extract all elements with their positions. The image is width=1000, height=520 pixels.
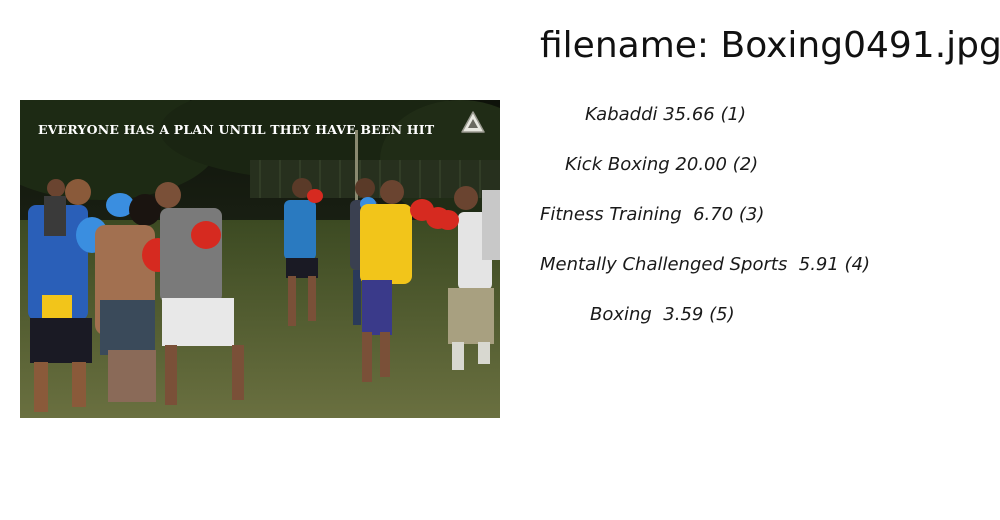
photo-scene [20, 100, 500, 418]
prediction-list: Kabaddi 35.66 (1) Kick Boxing 20.00 (2) … [540, 100, 900, 350]
filename-title: filename: Boxing0491.jpg [540, 25, 1000, 66]
boxing-photo: EVERYONE HAS A PLAN UNTIL THEY HAVE BEEN… [20, 100, 500, 418]
prediction-label: Mentally Challenged Sports 5.91 (4) [540, 254, 871, 275]
prediction-item: Kick Boxing 20.00 (2) [540, 150, 900, 200]
logo-icon [461, 111, 485, 133]
prediction-label: Fitness Training 6.70 (3) [540, 204, 765, 225]
page: filename: Boxing0491.jpg EVERYONE HAS A … [0, 0, 1000, 520]
prediction-label: Boxing 3.59 (5) [590, 304, 735, 325]
photo-caption: EVERYONE HAS A PLAN UNTIL THEY HAVE BEEN… [38, 122, 435, 137]
prediction-label: Kick Boxing 20.00 (2) [565, 154, 759, 175]
prediction-label: Kabaddi 35.66 (1) [585, 104, 746, 125]
prediction-item: Boxing 3.59 (5) [540, 300, 900, 350]
prediction-item: Mentally Challenged Sports 5.91 (4) [540, 250, 900, 300]
prediction-item: Fitness Training 6.70 (3) [540, 200, 900, 250]
prediction-item: Kabaddi 35.66 (1) [540, 100, 900, 150]
